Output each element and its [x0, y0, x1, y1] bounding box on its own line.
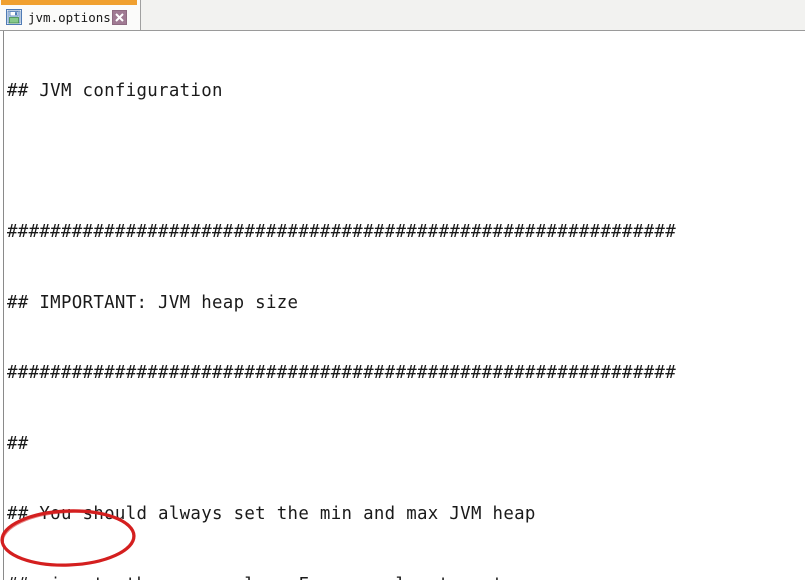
code-line: ## IMPORTANT: JVM heap size	[7, 292, 299, 313]
editor-left-margin-rule	[3, 31, 4, 580]
tab-bar: jvm.options	[0, 0, 805, 31]
save-floppy-icon	[6, 9, 22, 25]
code-line: ########################################…	[7, 363, 676, 383]
code-line: ## size to the same value. For example, …	[7, 574, 805, 580]
tab-jvm-options[interactable]: jvm.options	[0, 0, 141, 30]
code-line: ## You should always set the min and max…	[7, 504, 536, 524]
code-line: ##	[7, 433, 29, 454]
code-editor[interactable]: ## JVM configuration ###################…	[0, 31, 805, 580]
editor-window: jvm.options ## JVM configuration #######…	[0, 0, 805, 580]
code-line: ## JVM configuration	[7, 81, 223, 101]
close-icon[interactable]	[111, 9, 127, 25]
code-text[interactable]: ## JVM configuration ###################…	[7, 33, 805, 580]
code-line: ########################################…	[7, 222, 676, 242]
tab-label: jvm.options	[28, 9, 111, 25]
tab-active-accent-bar	[1, 0, 137, 5]
